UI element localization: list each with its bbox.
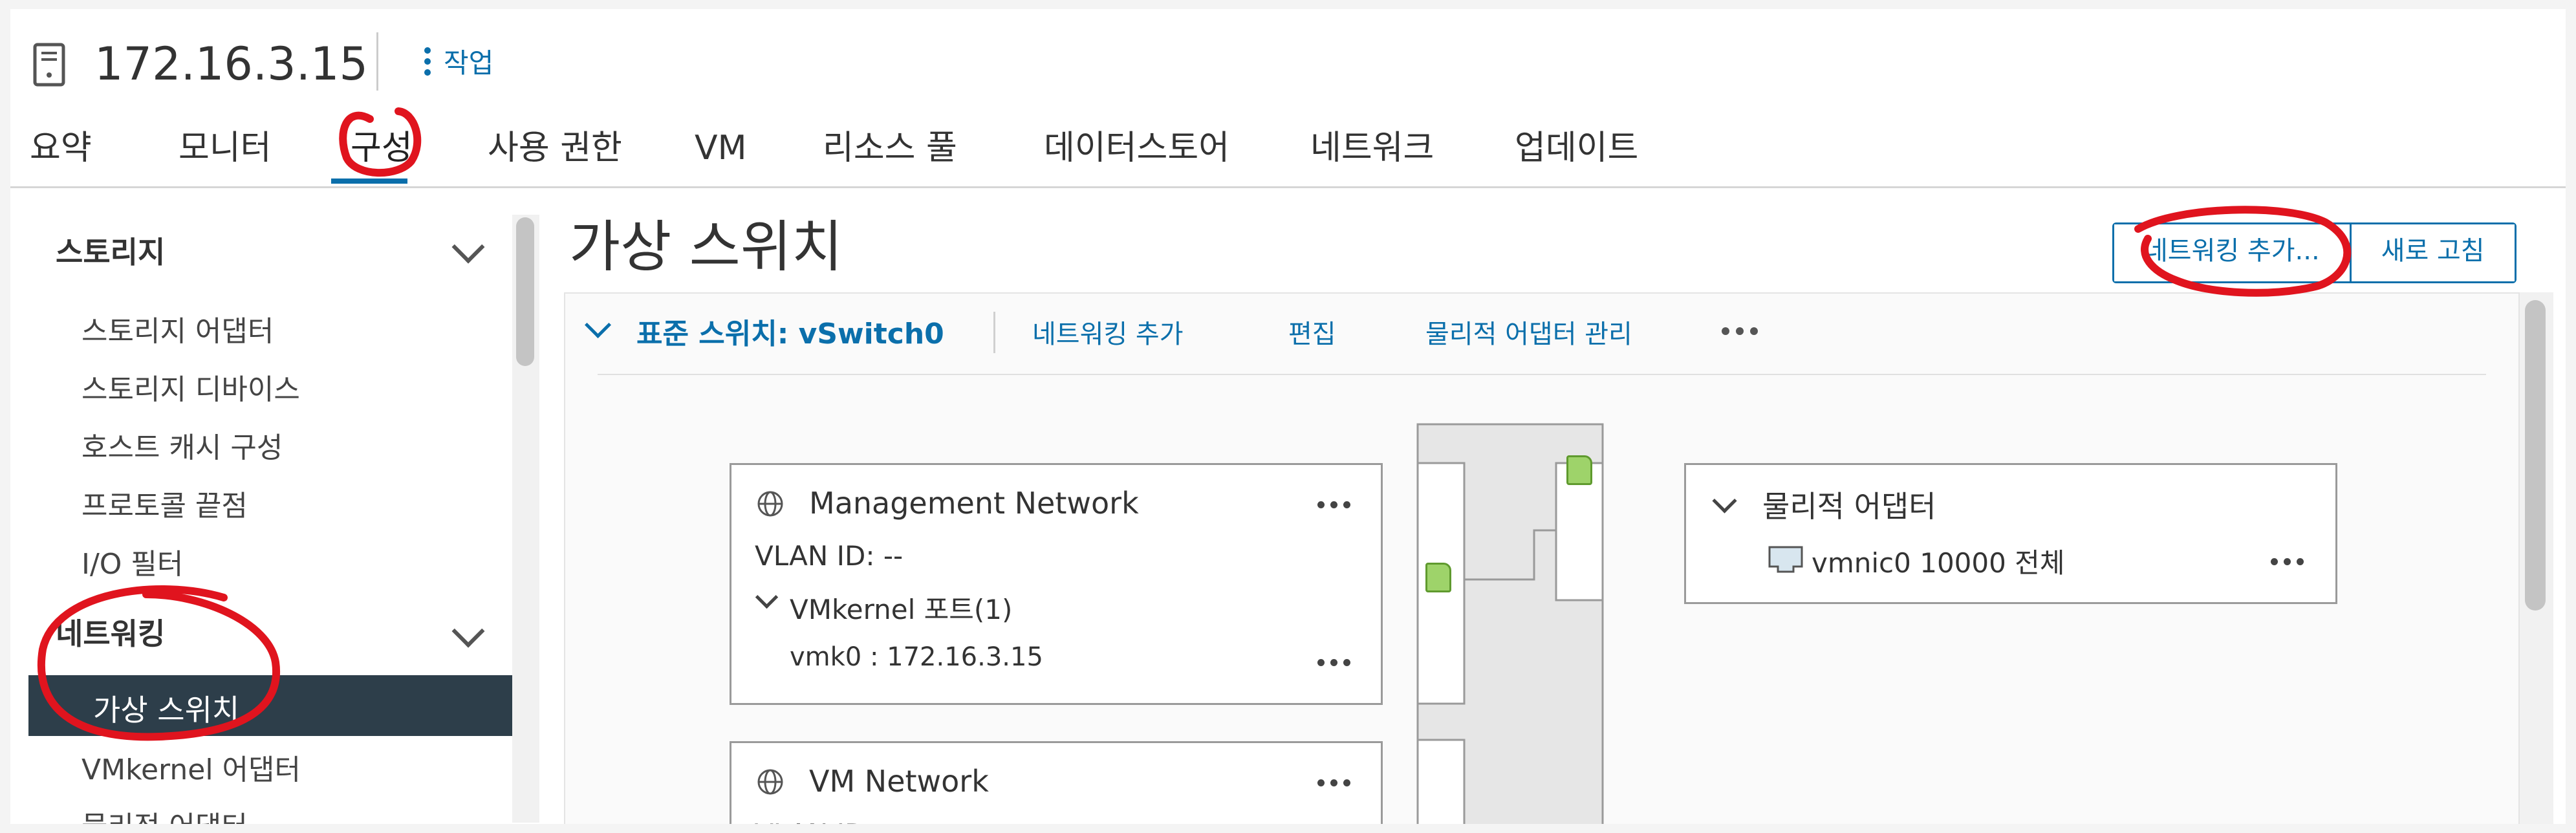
sidebar-item-storage-adapters[interactable]: 스토리지 어댑터 <box>81 308 274 349</box>
server-icon <box>33 43 65 87</box>
nic-icon <box>1768 546 1803 573</box>
actions-label: 작업 <box>444 47 494 79</box>
sidebar-item-label: 가상 스위치 <box>93 693 240 728</box>
switch-header: 표준 스위치: vSwitch0 네트워킹 추가 편집 물리적 어댑터 관리 <box>565 294 2493 371</box>
port-connector-icon <box>1425 563 1451 592</box>
chevron-down-icon[interactable] <box>755 585 779 609</box>
vlan-id: VLAN ID: <box>755 818 874 824</box>
tab-configure[interactable]: 구성 <box>351 125 413 171</box>
sidebar-scrollbar-thumb[interactable] <box>516 217 534 366</box>
sidebar-item-storage-devices[interactable]: 스토리지 디바이스 <box>81 366 300 407</box>
more-actions-icon[interactable] <box>1722 327 1758 335</box>
main-scrollbar-thumb[interactable] <box>2525 300 2546 611</box>
port-group-card: VM Network VLAN ID: <box>730 741 1383 824</box>
sidebar-group-storage[interactable]: 스토리지 <box>56 229 165 272</box>
vmkernel-port[interactable]: vmk0 : 172.16.3.15 <box>790 642 1043 672</box>
sidebar-item-protocol-endpoints[interactable]: 프로토콜 끝점 <box>81 482 248 524</box>
tab-datastores[interactable]: 데이터스토어 <box>1044 125 1229 171</box>
toolbar-buttons: 네트워킹 추가... 새로 고침 <box>2112 222 2516 283</box>
physical-adapters-title[interactable]: 물리적 어댑터 <box>1762 483 1936 526</box>
active-tab-indicator <box>331 178 407 184</box>
actions-menu[interactable]: 작업 <box>424 41 493 81</box>
network-globe-icon <box>757 769 783 795</box>
switch-edit-link[interactable]: 편집 <box>1288 313 1336 351</box>
tab-monitor[interactable]: 모니터 <box>179 125 272 171</box>
standard-switch-panel: 표준 스위치: vSwitch0 네트워킹 추가 편집 물리적 어댑터 관리 M… <box>564 292 2520 824</box>
more-actions-icon[interactable] <box>1317 779 1350 786</box>
chevron-down-icon[interactable] <box>451 614 485 648</box>
sidebar-group-networking[interactable]: 네트워킹 <box>56 611 165 653</box>
header-divider <box>376 32 378 91</box>
page-title: 가상 스위치 <box>569 215 843 279</box>
port-connector-icon <box>1566 455 1592 485</box>
network-globe-icon <box>757 491 783 517</box>
chevron-down-icon[interactable] <box>451 230 485 264</box>
vertical-dots-icon <box>424 47 431 76</box>
add-networking-button[interactable]: 네트워킹 추가... <box>2114 224 2350 281</box>
tab-vms[interactable]: VM <box>695 125 746 171</box>
switch-add-networking-link[interactable]: 네트워킹 추가 <box>1032 313 1184 351</box>
vmkernel-ports-label[interactable]: VMkernel 포트(1) <box>790 588 1012 627</box>
vlan-id: VLAN ID: -- <box>755 540 904 572</box>
physical-adapters-card: 물리적 어댑터 vmnic0 10000 전체 <box>1684 463 2337 604</box>
more-actions-icon[interactable] <box>1317 501 1350 508</box>
chevron-down-icon[interactable] <box>1712 488 1737 514</box>
port-group-name[interactable]: Management Network <box>809 486 1139 521</box>
tab-resource-pools[interactable]: 리소스 풀 <box>823 125 957 171</box>
port-group-name[interactable]: VM Network <box>809 764 989 799</box>
tab-networks[interactable]: 네트워크 <box>1310 125 1434 171</box>
tab-summary[interactable]: 요약 <box>30 125 92 171</box>
chevron-down-icon[interactable] <box>584 311 612 339</box>
sidebar-item-physical-adapters[interactable]: 물리적 어댑터 <box>81 803 248 824</box>
tab-permissions[interactable]: 사용 권한 <box>488 125 622 171</box>
refresh-button[interactable]: 새로 고침 <box>2349 224 2515 281</box>
switch-divider <box>598 374 2486 375</box>
sidebar-item-vmkernel-adapters[interactable]: VMkernel 어댑터 <box>81 746 301 788</box>
tab-updates[interactable]: 업데이트 <box>1515 125 1638 171</box>
port-group-card: Management Network VLAN ID: -- VMkernel … <box>730 463 1383 705</box>
switch-title[interactable]: 표준 스위치: vSwitch0 <box>636 310 944 352</box>
more-actions-icon[interactable] <box>2271 558 2304 565</box>
sidebar-item-io-filters[interactable]: I/O 필터 <box>81 541 183 582</box>
manage-physical-adapters-link[interactable]: 물리적 어댑터 관리 <box>1425 313 1632 351</box>
sidebar-item-virtual-switches[interactable]: 가상 스위치 <box>28 675 517 736</box>
host-title: 172.16.3.15 <box>94 38 369 91</box>
sidebar-item-host-cache[interactable]: 호스트 캐시 구성 <box>81 424 283 466</box>
more-actions-icon[interactable] <box>1317 659 1350 666</box>
switch-header-divider <box>993 312 995 353</box>
vsphere-host-page: 172.16.3.15 작업 요약 모니터 구성 사용 권한 VM 리소스 풀 … <box>10 9 2566 824</box>
tab-divider <box>10 186 2566 188</box>
physical-adapter-vmnic0[interactable]: vmnic0 10000 전체 <box>1812 541 2064 581</box>
